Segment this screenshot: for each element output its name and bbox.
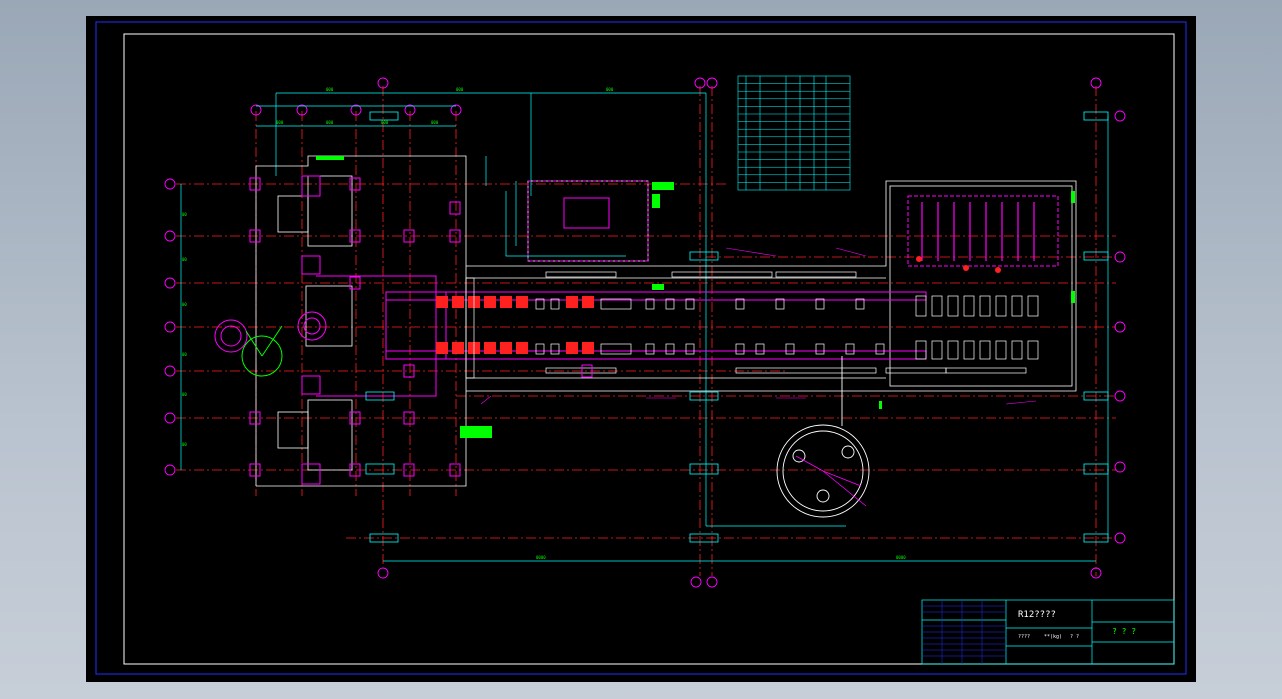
axis-bubbles <box>164 77 1126 588</box>
svg-text:00: 00 <box>182 442 187 447</box>
svg-text:000: 000 <box>431 120 439 125</box>
svg-text:00: 00 <box>182 257 187 262</box>
title-block-grid <box>922 600 1006 664</box>
stations <box>465 271 1027 379</box>
building-outline <box>255 155 1077 487</box>
robot-arm <box>241 325 283 377</box>
equipment-table-rows <box>738 83 850 183</box>
title-block-ratio: **(kg) <box>1044 634 1063 640</box>
inner-frame <box>123 33 1175 665</box>
title-block-marks: ? ? <box>1070 634 1080 640</box>
svg-text:00: 00 <box>182 392 187 397</box>
circular-tank <box>776 356 870 518</box>
svg-text:000: 000 <box>276 120 284 125</box>
svg-text:000: 000 <box>381 120 389 125</box>
cad-drawing-canvas: 000 000 000 000 000 000 000 0000 0000 000000 0… <box>95 21 1187 675</box>
leader-lines <box>480 247 1037 405</box>
outer-frame <box>95 21 1187 675</box>
conveyor-rail <box>316 180 1059 397</box>
svg-text:000: 000 <box>326 87 334 92</box>
cad-drawing-sheet[interactable]: 000 000 000 000 000 000 000 0000 0000 00 00 00 0… <box>86 16 1196 682</box>
svg-text:000: 000 <box>456 87 464 92</box>
left-machine-cells <box>277 175 353 471</box>
svg-text:00: 00 <box>182 302 187 307</box>
robot-bases <box>214 175 327 485</box>
svg-text:000: 000 <box>326 120 334 125</box>
right-cell-markers <box>916 256 1001 273</box>
svg-text:00: 00 <box>182 352 187 357</box>
pipework <box>485 156 626 257</box>
svg-text:000: 000 <box>606 87 614 92</box>
equipment-table <box>737 75 851 191</box>
horizontal-axes <box>176 183 1116 539</box>
right-cell-racks <box>915 295 1039 360</box>
title-block-code: ? ? ? <box>1112 627 1137 636</box>
svg-text:00: 00 <box>182 212 187 217</box>
dimension-texts: 000 000 000 000 000 000 000 0000 0000 000000 0… <box>182 87 906 560</box>
title-block-title: R12???? <box>1018 610 1056 620</box>
tank-leaders <box>795 455 867 507</box>
vertical-axes <box>255 86 1097 576</box>
right-cell-columns <box>921 202 1035 261</box>
equipment-blocks <box>436 296 594 354</box>
svg-text:0000: 0000 <box>536 555 546 560</box>
svg-text:0000: 0000 <box>896 555 906 560</box>
title-block-scale: ???? <box>1018 634 1031 640</box>
